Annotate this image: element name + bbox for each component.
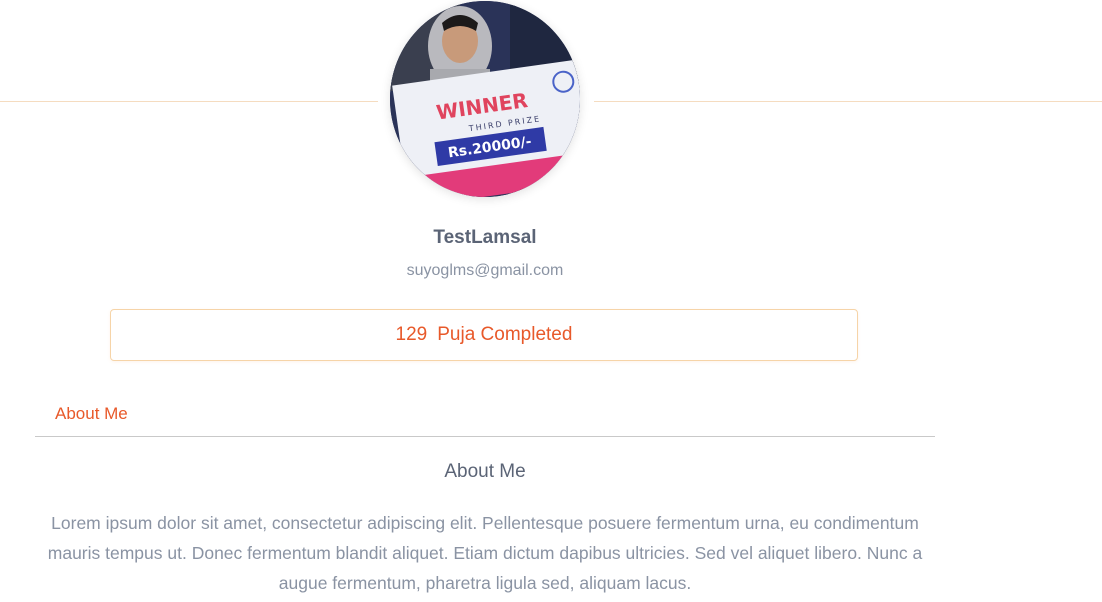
tab-about-me[interactable]: About Me: [55, 404, 128, 424]
about-title: About Me: [444, 461, 526, 482]
puja-count: 129: [395, 324, 428, 345]
avatar[interactable]: WINNER THIRD PRIZE Rs.20000/-: [390, 1, 580, 197]
header-divider-right: [594, 101, 1102, 102]
profile-name: TestLamsal: [433, 227, 537, 248]
about-body: Lorem ipsum dolor sit amet, consectetur …: [47, 513, 923, 593]
avatar-photo: WINNER THIRD PRIZE Rs.20000/-: [390, 1, 580, 197]
profile-page: WINNER THIRD PRIZE Rs.20000/- TestLamsal…: [0, 0, 1102, 602]
profile-tabs: About Me: [35, 398, 935, 437]
header-divider-left: [0, 101, 378, 102]
puja-label: Puja Completed: [437, 324, 573, 345]
profile-email: suyoglms@gmail.com: [406, 262, 564, 279]
puja-stats-card: 129 Puja Completed: [110, 309, 858, 361]
